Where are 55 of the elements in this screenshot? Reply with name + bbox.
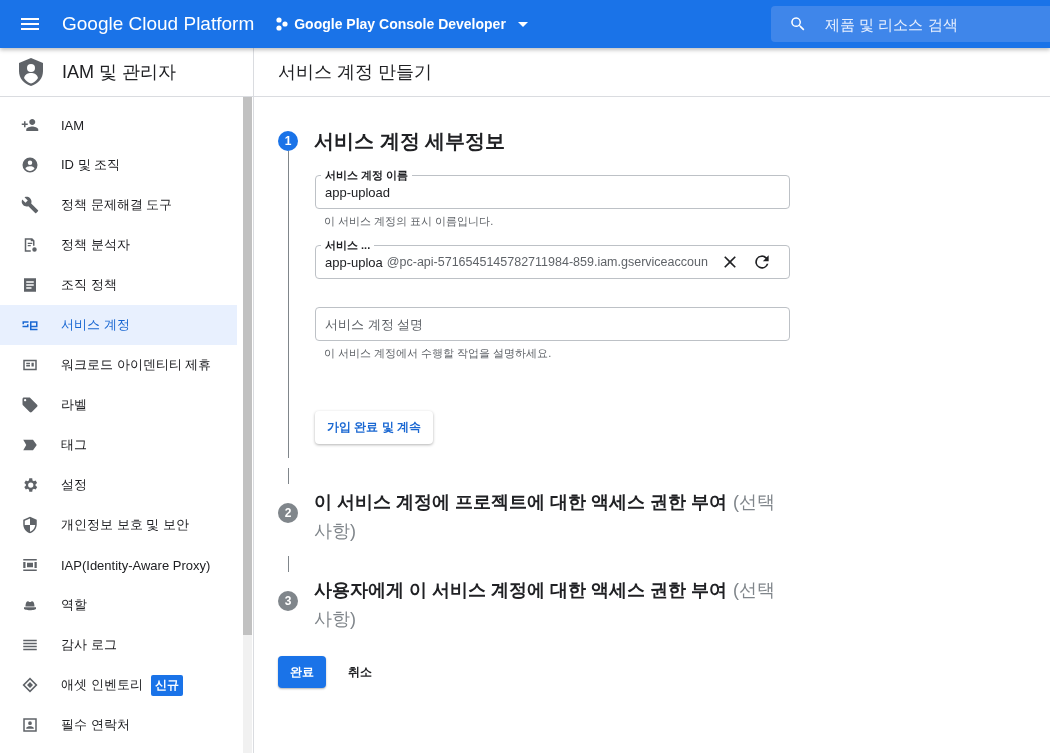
- step-title[interactable]: 사용자에게 이 서비스 계정에 대한 액세스 권한 부여 (선택사항): [314, 576, 790, 634]
- search-input[interactable]: 제품 및 리소스 검색: [823, 14, 1027, 34]
- scrollbar[interactable]: [243, 97, 252, 753]
- step-title[interactable]: 이 서비스 계정에 프로젝트에 대한 액세스 권한 부여 (선택사항): [314, 488, 790, 546]
- sidebar-item[interactable]: 태그: [0, 425, 237, 465]
- text-field[interactable]: 서비스 계정 이름 app-upload: [315, 167, 790, 209]
- shield-icon: [21, 516, 39, 534]
- menu-icon[interactable]: [21, 18, 39, 30]
- step-title[interactable]: 서비스 계정 세부정보: [314, 131, 506, 151]
- sidebar-item[interactable]: 필수 연락처: [0, 705, 237, 745]
- sidebar-item[interactable]: 조직 정책: [0, 265, 237, 305]
- tag-icon: [21, 396, 39, 414]
- new-badge: 신규: [150, 674, 183, 696]
- sidebar-item[interactable]: IAP(Identity-Aware Proxy): [0, 545, 237, 585]
- caret-icon: [517, 21, 528, 27]
- person-add-icon: [21, 116, 39, 134]
- cancel-button[interactable]: 취소: [336, 656, 384, 688]
- list-document-icon: [21, 276, 39, 294]
- sidebar-item[interactable]: IAM: [0, 105, 237, 145]
- search-icon: [789, 15, 807, 33]
- product-name[interactable]: Google Cloud Platform: [62, 13, 255, 35]
- step-number: 2: [278, 503, 298, 523]
- shield-person-icon: [19, 58, 43, 86]
- sidebar-item[interactable]: 설정: [0, 465, 237, 505]
- sidebar-item[interactable]: 정책 분석자: [0, 225, 237, 265]
- page-title: 서비스 계정 만들기: [278, 61, 432, 84]
- project-selector[interactable]: Google Play Console Developer: [272, 6, 532, 42]
- sidebar-item[interactable]: 라벨: [0, 385, 237, 425]
- diamond-icon: [21, 676, 39, 694]
- hexagon-dots-icon: [276, 17, 289, 31]
- sidebar-item[interactable]: 서비스 계정: [0, 305, 237, 345]
- continue-button[interactable]: 가입 완료 및 계속: [315, 411, 433, 444]
- done-button[interactable]: 완료: [278, 656, 326, 688]
- domain-suffix: @pc-api-5716545145782711984-859.iam.gserviceaccoun: [386, 255, 708, 269]
- field-hint: 이 서비스 계정에서 수행할 작업을 설명하세요.: [323, 346, 553, 361]
- search-field[interactable]: 제품 및 리소스 검색: [771, 6, 1050, 42]
- sidebar-item[interactable]: 정책 문제해결 도구: [0, 185, 237, 225]
- sidebar-item[interactable]: 워크로드 아이덴티티 제휴: [0, 345, 237, 385]
- field-value: app-uploa: [325, 254, 383, 270]
- service-account-id-field[interactable]: 서비스 ... app-uploa @pc-api-5716545145782711984-859.iam.gserviceaccoun: [315, 237, 790, 279]
- frame-icon: [21, 556, 39, 574]
- text-field[interactable]: 서비스 계정 설명: [315, 299, 790, 341]
- sidebar-item[interactable]: 감사 로그: [0, 625, 237, 665]
- sidebar-item[interactable]: ID 및 조직: [0, 145, 237, 185]
- step-number: 1: [278, 131, 298, 151]
- sidebar-item[interactable]: 역할: [0, 585, 237, 625]
- field-label: 서비스 계정 이름: [321, 167, 413, 183]
- sidebar-item[interactable]: 애셋 인벤토리 신규: [0, 665, 237, 705]
- wrench-icon: [21, 196, 39, 214]
- sidebar-title: IAM 및 관리자: [62, 61, 176, 84]
- contact-card-icon: [21, 716, 39, 734]
- sidebar-item[interactable]: 개인정보 보호 및 보안: [0, 505, 237, 545]
- field-label: 서비스 ...: [321, 237, 375, 253]
- field-hint: 이 서비스 계정의 표시 이름입니다.: [323, 214, 495, 229]
- step-number: 3: [278, 591, 298, 611]
